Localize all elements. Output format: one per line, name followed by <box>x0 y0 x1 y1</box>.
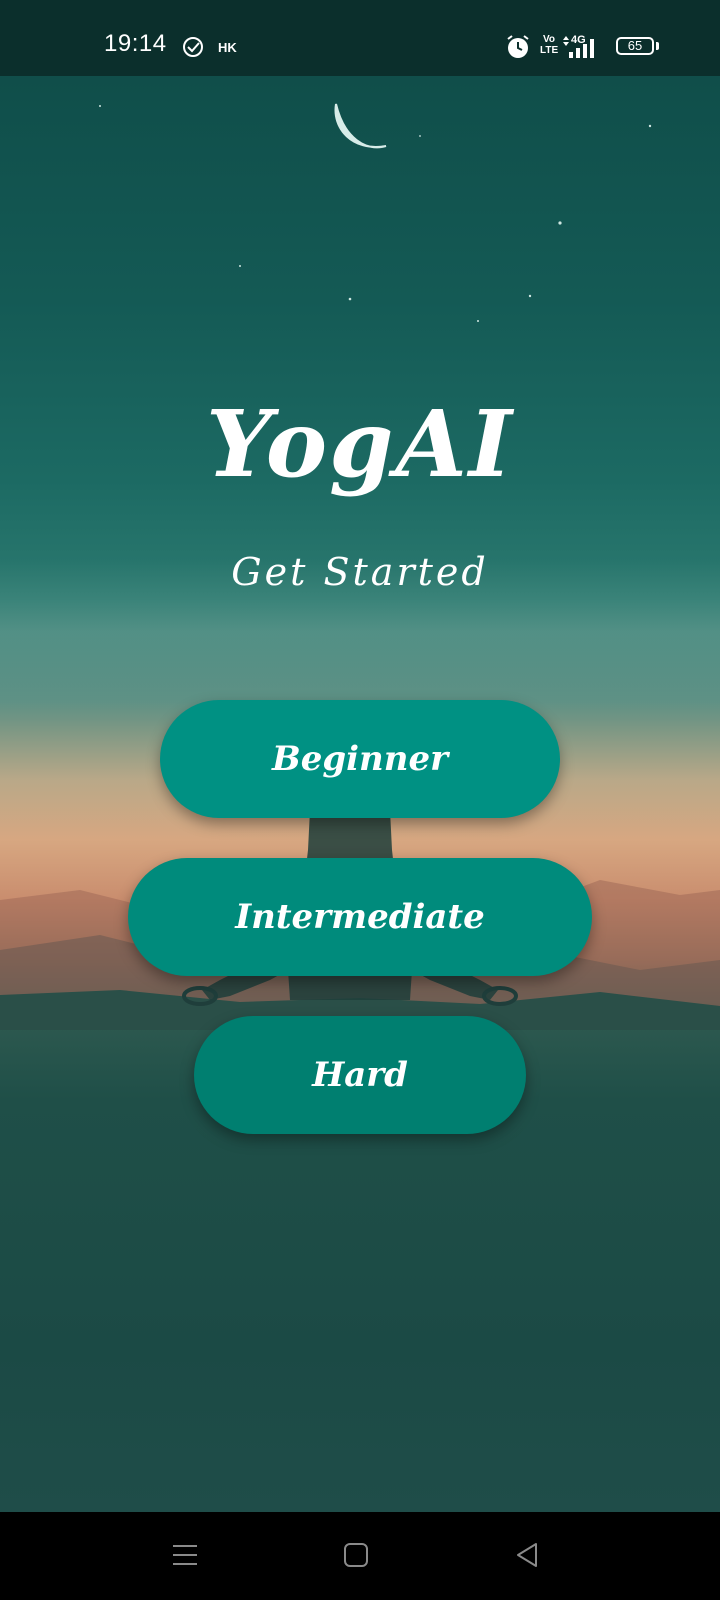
alarm-icon <box>507 35 529 58</box>
menu-icon[interactable] <box>170 1540 200 1570</box>
carrier-label: HK <box>218 40 237 55</box>
volte-bottom: LTE <box>540 45 559 56</box>
beginner-button[interactable]: Beginner <box>160 700 560 818</box>
signal-icon: 4G <box>563 34 611 60</box>
moon-icon <box>334 103 387 149</box>
battery-tip <box>656 42 659 50</box>
volte-icon: Vo LTE <box>540 34 558 56</box>
volte-top: Vo <box>542 34 556 45</box>
back-icon[interactable] <box>512 1540 542 1570</box>
status-bar: 19:14 HK Vo LTE 4G 65 <box>0 0 720 76</box>
signal-bars-icon <box>563 36 594 58</box>
check-circle-icon <box>183 37 203 57</box>
system-nav-bar <box>0 1512 720 1600</box>
battery-icon: 65 <box>616 37 659 57</box>
get-started-subtitle: Get Started <box>231 550 489 594</box>
app-title: YogAI <box>206 390 514 498</box>
screen: 19:14 HK Vo LTE 4G 65 YogAI Get Started … <box>0 0 720 1600</box>
battery-level: 65 <box>627 38 643 53</box>
intermediate-button[interactable]: Intermediate <box>128 858 592 976</box>
hard-button[interactable]: Hard <box>194 1016 526 1134</box>
home-icon[interactable] <box>341 1540 371 1570</box>
status-time: 19:14 <box>104 30 167 57</box>
